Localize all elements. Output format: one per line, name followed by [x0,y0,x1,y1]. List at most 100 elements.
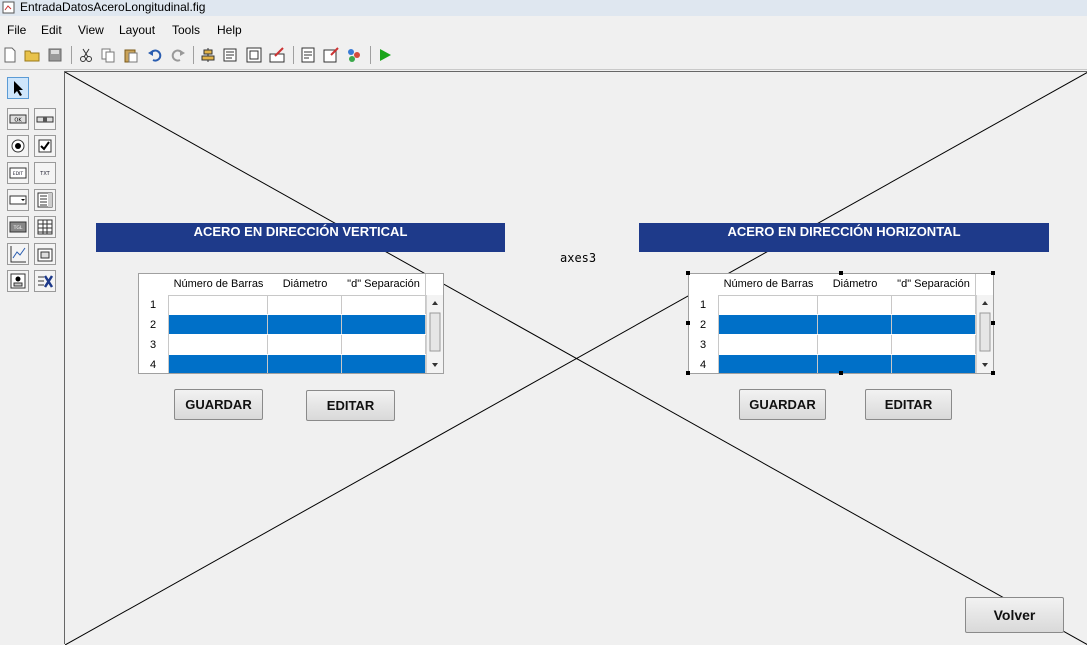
slider-icon[interactable] [34,108,56,130]
table-cell[interactable] [892,295,976,314]
paste-icon[interactable] [123,47,139,63]
panel-icon[interactable] [34,243,56,265]
table-cell[interactable] [818,315,892,334]
row-header[interactable]: 4 [139,355,169,373]
activex-icon[interactable] [34,270,56,292]
table-cell[interactable] [268,335,342,354]
right-data-table[interactable]: Número de Barras Diámetro "d" Separación… [688,273,994,374]
redo-icon[interactable] [170,47,186,63]
table-cell[interactable] [169,295,268,314]
left-edit-button[interactable]: EDITAR [306,390,395,421]
toolbar-separator [193,46,194,64]
row-header[interactable]: 4 [689,355,719,373]
column-header[interactable]: "d" Separación [342,274,426,296]
static-text-icon[interactable]: TXT [34,162,56,184]
row-header[interactable]: 2 [139,315,169,335]
selection-handle[interactable] [991,321,995,325]
row-header[interactable]: 3 [689,335,719,355]
table-cell[interactable] [892,315,976,334]
left-data-table[interactable]: Número de Barras Diámetro "d" Separación… [138,273,444,374]
column-header[interactable]: Número de Barras [719,274,819,296]
button-group-icon[interactable] [7,270,29,292]
right-edit-button[interactable]: EDITAR [865,389,952,420]
copy-icon[interactable] [100,47,116,63]
table-cell[interactable] [719,335,818,354]
table-cell[interactable] [818,355,892,373]
menu-editor-icon[interactable] [223,47,239,63]
open-folder-icon[interactable] [24,47,40,63]
column-header[interactable]: "d" Separación [892,274,976,296]
left-save-button[interactable]: GUARDAR [174,389,263,420]
row-header[interactable]: 1 [139,295,169,315]
toolbar [0,42,1087,70]
select-icon[interactable] [7,77,29,99]
selection-handle[interactable] [839,371,843,375]
table-cell[interactable] [818,335,892,354]
table-cell[interactable] [342,335,426,354]
push-button-icon[interactable]: OK [7,108,29,130]
column-header[interactable]: Diámetro [818,274,893,296]
tab-order-icon[interactable] [246,47,262,63]
axes-icon[interactable] [7,243,29,265]
right-panel-title: ACERO EN DIRECCIÓN HORIZONTAL [639,223,1049,252]
selection-handle[interactable] [991,271,995,275]
table-cell[interactable] [169,335,268,354]
table-cell[interactable] [818,295,892,314]
back-button[interactable]: Volver [965,597,1064,633]
table-cell[interactable] [719,295,818,314]
column-header[interactable]: Número de Barras [169,274,269,296]
checkbox-icon[interactable] [34,135,56,157]
table-cell[interactable] [342,295,426,314]
selection-handle[interactable] [686,371,690,375]
menu-bar: File Edit View Layout Tools Help [0,19,1087,41]
toolbar-editor-icon[interactable] [269,47,285,63]
menu-edit[interactable]: Edit [41,23,62,37]
right-save-button[interactable]: GUARDAR [739,389,826,420]
selection-handle[interactable] [686,271,690,275]
table-cell[interactable] [892,335,976,354]
edit-text-icon[interactable]: EDIT [7,162,29,184]
menu-file[interactable]: File [7,23,26,37]
property-inspector-icon[interactable] [323,47,339,63]
popup-menu-icon[interactable] [7,189,29,211]
row-header[interactable]: 3 [139,335,169,355]
table-cell[interactable] [342,355,426,373]
menu-help[interactable]: Help [217,23,242,37]
column-header[interactable]: Diámetro [268,274,343,296]
table-icon[interactable] [34,216,56,238]
table-cell[interactable] [268,295,342,314]
selection-handle[interactable] [686,321,690,325]
table-cell[interactable] [169,315,268,334]
table-cell[interactable] [719,355,818,373]
table-cell[interactable] [342,315,426,334]
mfile-editor-icon[interactable] [300,47,316,63]
table-cell[interactable] [719,315,818,334]
radio-button-icon[interactable] [7,135,29,157]
menu-layout[interactable]: Layout [119,23,155,37]
left-panel-title: ACERO EN DIRECCIÓN VERTICAL [96,223,505,252]
align-objects-icon[interactable] [200,47,216,63]
table-cell[interactable] [268,355,342,373]
run-figure-icon[interactable] [377,47,393,63]
row-header[interactable]: 1 [689,295,719,315]
vertical-scrollbar[interactable] [426,295,443,373]
vertical-scrollbar[interactable] [976,295,993,373]
undo-icon[interactable] [147,47,163,63]
object-browser-icon[interactable] [346,47,362,63]
layout-canvas[interactable]: axes3 ACERO EN DIRECCIÓN VERTICAL Número… [64,71,1087,645]
selection-handle[interactable] [839,271,843,275]
table-cell[interactable] [169,355,268,373]
row-header[interactable]: 2 [689,315,719,335]
save-icon[interactable] [47,47,63,63]
menu-view[interactable]: View [78,23,104,37]
cut-icon[interactable] [78,47,94,63]
menu-tools[interactable]: Tools [172,23,200,37]
table-cell[interactable] [892,355,976,373]
listbox-icon[interactable] [34,189,56,211]
window-title: EntradaDatosAceroLongitudinal.fig [20,0,206,14]
toggle-button-icon[interactable]: TGL [7,216,29,238]
table-cell[interactable] [268,315,342,334]
new-file-icon[interactable] [2,47,18,63]
selection-handle[interactable] [991,371,995,375]
window-title-bar: EntradaDatosAceroLongitudinal.fig [0,0,1087,16]
